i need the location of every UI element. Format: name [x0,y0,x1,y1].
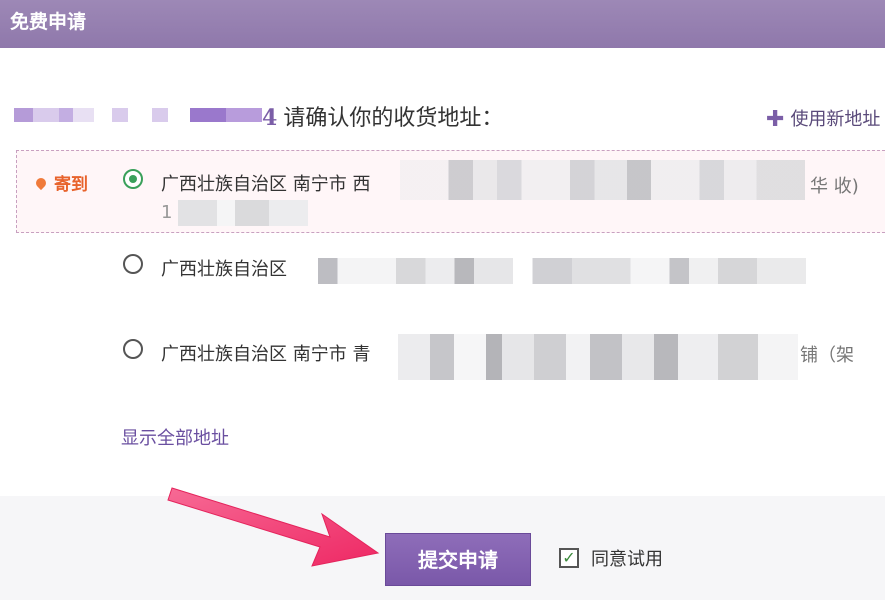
step-text: 请确认你的收货地址： [283,106,504,131]
submit-application-button[interactable]: 提交申请 [385,533,531,586]
address-line-3: 广西壮族自治区 南宁市 青 [161,344,371,365]
check-icon: ✓ [562,548,576,567]
address-1-pixelated [400,160,805,200]
add-new-address-link[interactable]: ✚ 使用新地址 [766,105,880,132]
address-line-1: 广西壮族自治区 南宁市 西 [161,174,371,195]
show-all-addresses-link[interactable]: 显示全部地址 [121,424,229,450]
step-indicator-blur [14,108,94,122]
agree-checkbox[interactable]: ✓ [559,548,579,568]
address-radio-2[interactable] [123,254,143,274]
address-radio-1[interactable] [123,169,143,189]
page-header: 免费申请 [0,0,885,48]
add-new-address-label: 使用新地址 [790,109,881,130]
address-radio-3[interactable] [123,339,143,359]
ship-to-label: 寄到 [33,170,88,195]
address-1-line2: 1 [161,202,173,223]
address-2-pixelated [318,258,806,284]
plus-icon: ✚ [766,107,785,132]
address-1-suffix: 华 收) [810,176,859,197]
step-indicator-blur [190,108,262,122]
address-1-line2-pixelated [178,200,308,226]
step-row: 4 请确认你的收货地址： ✚ 使用新地址 [14,96,885,136]
step-indicator-blur [152,108,168,122]
map-pin-icon [33,175,49,191]
step-number: 4 [262,105,278,131]
agree-label: 同意试用 [591,549,663,570]
page-title: 免费申请 [10,11,87,33]
step-title: 4 请确认你的收货地址： [262,100,503,132]
step-indicator-blur [112,108,128,122]
address-line-2: 广西壮族自治区 [161,259,287,280]
ship-to-text: 寄到 [54,175,88,195]
address-3-pixelated [398,334,798,380]
address-3-suffix: 铺（架 [800,345,854,366]
